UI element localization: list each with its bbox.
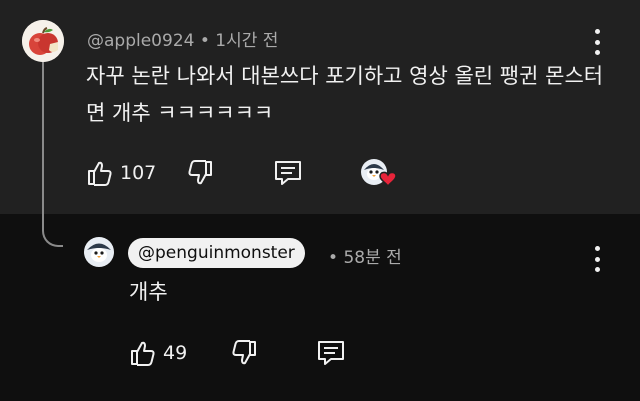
apple-avatar[interactable]	[22, 20, 64, 62]
thumbs-up-icon	[88, 161, 112, 186]
reply-reply-button[interactable]	[316, 339, 346, 367]
reply-dislike-button[interactable]	[230, 339, 258, 367]
more-options-icon[interactable]	[587, 29, 607, 55]
comments-view: @apple0924 • 1시간 전 자꾸 논란 나와서 대본쓰다 포기하고 영…	[0, 0, 640, 401]
creator-heart-badge	[359, 157, 399, 191]
reply-meta: • 58분 전	[328, 243, 402, 268]
reply-handle-chip[interactable]: @penguinmonster	[128, 238, 305, 268]
reply-like-count: 49	[163, 342, 188, 364]
apple-icon	[22, 20, 64, 62]
reply-like-button[interactable]: 49	[129, 339, 187, 367]
dislike-button[interactable]	[186, 159, 214, 187]
thumbs-down-icon	[188, 160, 212, 185]
reply-button[interactable]	[273, 159, 303, 187]
reply-comment-icon	[318, 341, 344, 365]
thumbs-up-icon	[131, 341, 155, 366]
like-count: 107	[120, 162, 157, 184]
penguin-heart-icon	[361, 159, 397, 188]
reply-thread-line	[42, 62, 63, 247]
thumbs-down-icon	[232, 340, 256, 365]
meta-separator: •	[328, 248, 339, 268]
reply-text: 개추	[129, 280, 168, 304]
reply-time: 58분 전	[343, 248, 402, 268]
comment-time: 1시간 전	[215, 31, 279, 51]
penguin-avatar[interactable]	[84, 237, 114, 267]
comment-handle[interactable]: @apple0924	[87, 31, 194, 51]
meta-separator: •	[199, 31, 210, 51]
like-button[interactable]: 107	[86, 159, 156, 187]
comment-text: 자꾸 논란 나와서 대본쓰다 포기하고 영상 올린 팽귄 몬스터면 개추 ㅋㅋㅋ…	[86, 64, 604, 125]
comment-meta: @apple0924 • 1시간 전	[87, 26, 278, 51]
reply-comment-icon	[275, 161, 301, 185]
penguin-icon	[84, 237, 114, 267]
reply-more-options-icon[interactable]	[587, 246, 607, 272]
